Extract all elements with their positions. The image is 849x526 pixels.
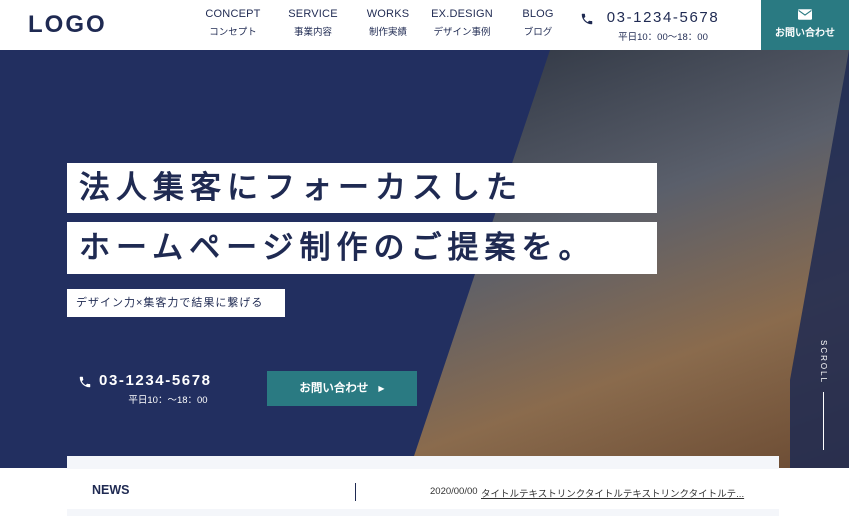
phone-icon — [79, 376, 91, 388]
nav-item-jp: 事業内容 — [293, 27, 332, 38]
hero-contact-button[interactable]: お問い合わせ ▶ — [267, 371, 417, 406]
nav-item-concept[interactable]: CONCEPT コンセプト — [200, 8, 266, 38]
nav-item-jp: コンセプト — [209, 27, 257, 38]
news-divider — [355, 483, 356, 501]
news-bar: NEWS 2020/00/00 タイトルテキストリンクタイトルテキストリンクタイ… — [67, 456, 779, 516]
hero-tel-hours: 平日10：〜18：00 — [128, 395, 208, 406]
header-contact-label: お問い合わせ — [775, 28, 835, 39]
hero-tel-number: 03-1234-5678 — [99, 372, 212, 389]
hero-subtitle: デザイン力×集客力で結果に繋げる — [67, 289, 285, 317]
nav-item-jp: 制作実績 — [368, 27, 407, 38]
hero-tel[interactable]: 03-1234-5678 平日10：〜18：00 — [78, 372, 238, 406]
header-contact-button[interactable]: お問い合わせ — [761, 0, 849, 50]
hero-headline-line-1: 法人集客にフォーカスした — [67, 163, 657, 213]
hero: 法人集客にフォーカスした ホームページ制作のご提案を。 デザイン力×集客力で結果… — [0, 50, 849, 468]
arrow-right-icon: ▶ — [378, 384, 385, 393]
mail-icon — [798, 9, 812, 20]
nav-item-en: WORKS — [366, 8, 410, 20]
header-tel[interactable]: 03-1234-5678 平日10：00〜18：00 — [580, 9, 732, 43]
nav-item-jp: ブログ — [523, 27, 553, 38]
phone-icon — [581, 13, 593, 25]
nav-item-blog[interactable]: BLOG ブログ — [508, 8, 568, 38]
nav-item-ex-design[interactable]: EX.DESIGN デザイン事例 — [422, 8, 502, 38]
header-tel-number: 03-1234-5678 — [606, 9, 720, 26]
news-panel: NEWS 2020/00/00 タイトルテキストリンクタイトルテキストリンクタイ… — [67, 469, 779, 509]
nav-item-en: SERVICE — [288, 8, 338, 20]
scroll-label: SCROLL — [819, 340, 828, 385]
scroll-line — [823, 392, 824, 450]
nav-item-works[interactable]: WORKS 制作実績 — [356, 8, 420, 38]
nav-item-en: BLOG — [522, 8, 554, 20]
nav-item-en: EX.DESIGN — [431, 8, 493, 20]
news-link[interactable]: タイトルテキストリンクタイトルテキストリンクタイトルテ... — [481, 486, 757, 500]
global-nav: CONCEPT コンセプト SERVICE 事業内容 WORKS 制作実績 EX… — [200, 8, 568, 38]
nav-item-jp: デザイン事例 — [433, 27, 491, 38]
news-date: 2020/00/00 — [430, 486, 478, 497]
header-tel-hours: 平日10：00〜18：00 — [618, 32, 708, 43]
hero-headline-line-2: ホームページ制作のご提案を。 — [67, 222, 657, 274]
scroll-indicator[interactable]: SCROLL — [815, 340, 833, 460]
logo[interactable]: LOGO — [28, 11, 107, 39]
nav-item-en: CONCEPT — [205, 8, 261, 20]
hero-contact-label: お問い合わせ — [299, 382, 369, 395]
news-label: NEWS — [92, 483, 130, 497]
site-header: LOGO CONCEPT コンセプト SERVICE 事業内容 WORKS 制作… — [0, 0, 849, 50]
nav-item-service[interactable]: SERVICE 事業内容 — [276, 8, 350, 38]
